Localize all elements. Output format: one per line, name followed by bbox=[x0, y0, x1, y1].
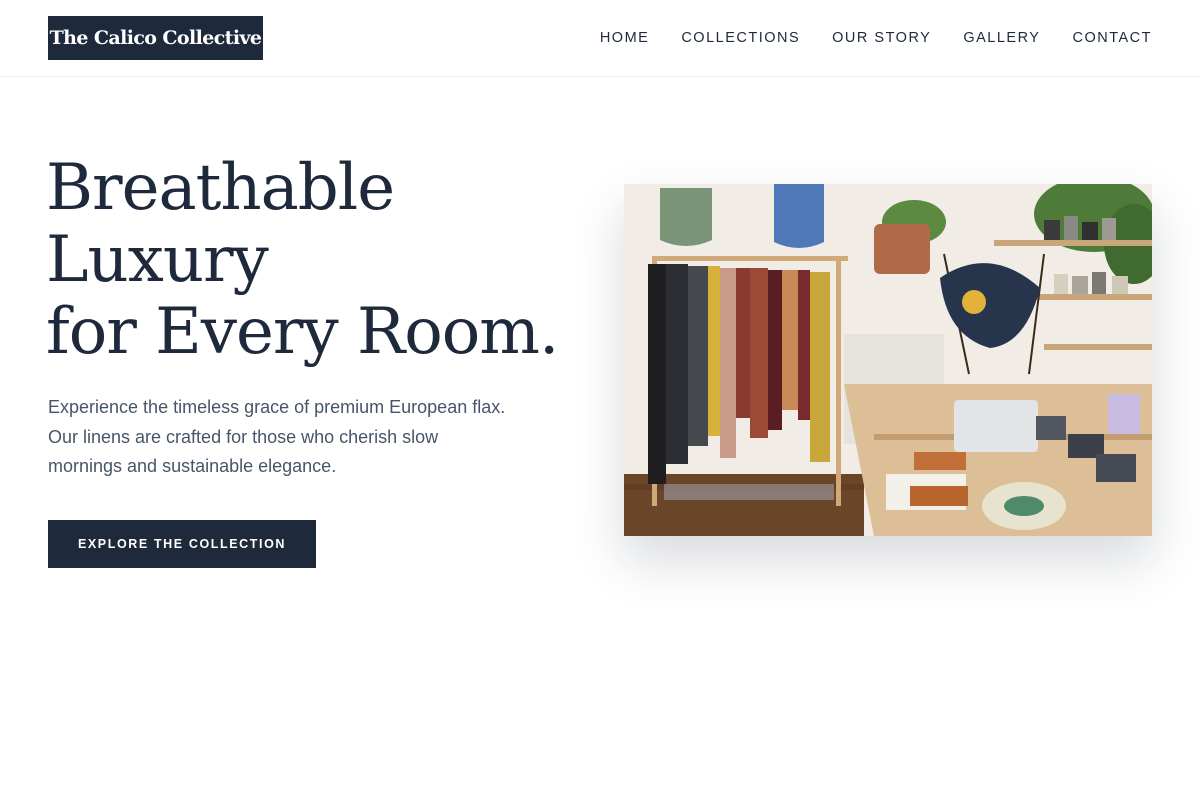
hero-title-line: for Every Room. bbox=[46, 295, 559, 369]
site-header: The Calico Collective HOME COLLECTIONS O… bbox=[0, 0, 1200, 77]
hero-title: Breathable Luxury for Every Room. bbox=[46, 152, 606, 368]
nav-contact-link[interactable]: CONTACT bbox=[1072, 28, 1152, 48]
nav-home-link[interactable]: HOME bbox=[600, 28, 650, 48]
hero-title-line: Breathable bbox=[46, 151, 395, 225]
nav-gallery-link[interactable]: GALLERY bbox=[963, 28, 1040, 48]
shop-interior-illustration bbox=[624, 184, 1152, 536]
main-nav: HOME COLLECTIONS OUR STORY GALLERY CONTA… bbox=[600, 28, 1152, 48]
hero-shop-photo bbox=[624, 184, 1152, 536]
hero-description: Experience the timeless grace of premium… bbox=[48, 397, 506, 476]
nav-collections-link[interactable]: COLLECTIONS bbox=[681, 28, 800, 48]
nav-our-story-link[interactable]: OUR STORY bbox=[832, 28, 931, 48]
hero-title-line: Luxury bbox=[46, 223, 269, 297]
explore-collection-button[interactable]: EXPLORE THE COLLECTION bbox=[48, 520, 316, 568]
brand-logo[interactable]: The Calico Collective bbox=[48, 16, 263, 60]
